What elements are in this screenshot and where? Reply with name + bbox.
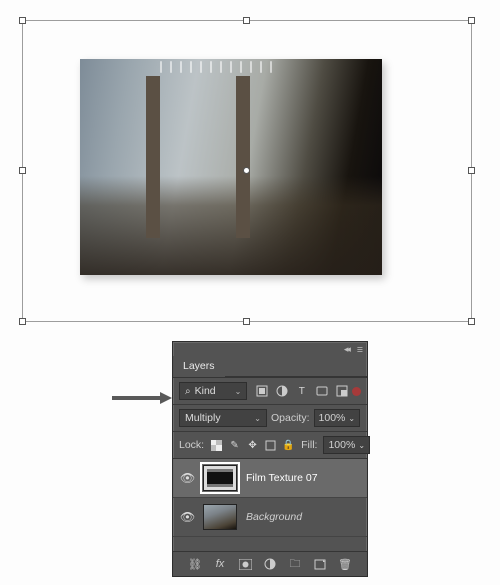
delete-layer-icon[interactable]: 🗑 — [338, 557, 352, 571]
transform-center-point[interactable] — [243, 167, 250, 174]
filter-type-icon[interactable]: T — [295, 385, 308, 398]
layer-filter-row: ⌕ Kind ⌄ T — [173, 378, 367, 404]
search-icon: ⌕ — [185, 386, 191, 397]
transform-handle-mid-right[interactable] — [468, 167, 475, 174]
add-mask-icon[interactable] — [238, 557, 252, 571]
visibility-toggle-icon[interactable]: 👁 — [180, 510, 194, 524]
blend-row: Multiply ⌄ Opacity: 100% ⌄ — [173, 404, 367, 431]
lock-row: Lock: ✎ ✥ 🔒 Fill: 100% ⌄ — [173, 431, 367, 458]
fill-label: Fill: — [301, 439, 317, 451]
lock-position-icon[interactable]: ✥ — [246, 439, 259, 452]
chevron-down-icon: ⌄ — [348, 414, 355, 423]
fill-value: 100% — [328, 439, 355, 451]
link-layers-icon[interactable]: ⛓ — [188, 557, 202, 571]
new-layer-icon[interactable] — [313, 557, 327, 571]
chevron-down-icon: ⌄ — [358, 441, 365, 450]
lock-icons: ✎ ✥ 🔒 — [210, 439, 295, 452]
collapse-panel-icon[interactable]: ◂◂ — [344, 344, 349, 356]
layer-row[interactable]: 👁 Film Texture 07 — [173, 459, 367, 498]
transform-handle-bottom-right[interactable] — [468, 318, 475, 325]
filter-pixel-icon[interactable] — [255, 385, 268, 398]
transform-bounding-box[interactable] — [22, 20, 472, 322]
opacity-field[interactable]: 100% ⌄ — [314, 409, 361, 427]
opacity-value: 100% — [319, 412, 346, 424]
filter-kind-select[interactable]: ⌕ Kind ⌄ — [179, 382, 247, 400]
lock-artboard-icon[interactable] — [264, 439, 277, 452]
transform-handle-top-left[interactable] — [19, 17, 26, 24]
lock-image-icon[interactable]: ✎ — [228, 439, 241, 452]
opacity-label: Opacity: — [271, 412, 310, 424]
new-adjustment-icon[interactable] — [263, 557, 277, 571]
lock-label: Lock: — [179, 439, 204, 451]
transform-handle-bottom-mid[interactable] — [243, 318, 250, 325]
layers-list: 👁 Film Texture 07 👁 Background — [173, 458, 367, 537]
layer-name[interactable]: Background — [246, 511, 360, 523]
new-group-icon[interactable]: 🗀 — [288, 557, 302, 571]
filter-type-icons: T — [255, 385, 348, 398]
fill-field[interactable]: 100% ⌄ — [323, 436, 370, 454]
callout-arrow — [112, 392, 172, 404]
layer-name[interactable]: Film Texture 07 — [246, 472, 360, 484]
tab-layers[interactable]: Layers — [173, 356, 225, 377]
transform-handle-mid-left[interactable] — [19, 167, 26, 174]
panel-controls: ◂◂ ≡ — [173, 342, 367, 356]
filter-shape-icon[interactable] — [315, 385, 328, 398]
blend-mode-select[interactable]: Multiply ⌄ — [179, 409, 267, 427]
layers-panel: ◂◂ ≡ Layers ⌕ Kind ⌄ T Multiply ⌄ Opacit… — [172, 341, 368, 577]
filter-toggle-switch[interactable] — [352, 387, 361, 396]
panel-menu-icon[interactable]: ≡ — [357, 344, 363, 356]
filter-kind-label: Kind — [195, 385, 216, 397]
layers-panel-footer: ⛓ fx 🗀 🗑 — [173, 551, 367, 576]
transform-handle-top-mid[interactable] — [243, 17, 250, 24]
transform-handle-bottom-left[interactable] — [19, 318, 26, 325]
layer-row[interactable]: 👁 Background — [173, 498, 367, 537]
chevron-down-icon: ⌄ — [254, 414, 261, 423]
transform-handle-top-right[interactable] — [468, 17, 475, 24]
chevron-down-icon: ⌄ — [235, 387, 242, 396]
panel-tabs: Layers — [173, 356, 367, 378]
canvas-stage[interactable] — [22, 20, 472, 322]
visibility-toggle-icon[interactable]: 👁 — [180, 471, 194, 485]
filter-smartobject-icon[interactable] — [335, 385, 348, 398]
lock-all-icon[interactable]: 🔒 — [282, 439, 295, 452]
layer-thumbnail[interactable] — [203, 465, 237, 491]
filter-adjustment-icon[interactable] — [275, 385, 288, 398]
blend-mode-value: Multiply — [185, 412, 221, 424]
layer-thumbnail[interactable] — [203, 504, 237, 530]
layer-fx-icon[interactable]: fx — [213, 557, 227, 571]
lock-transparency-icon[interactable] — [210, 439, 223, 452]
